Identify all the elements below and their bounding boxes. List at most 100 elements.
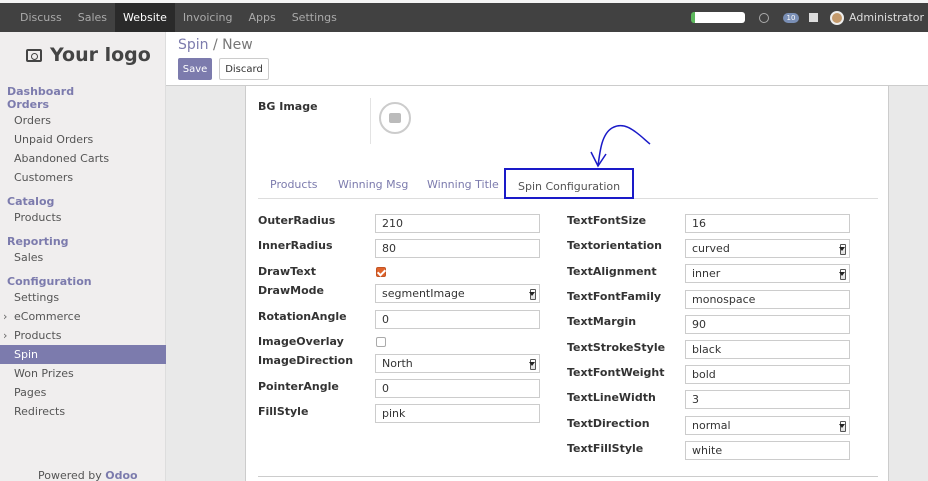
draw-mode-select[interactable]: segmentImage xyxy=(375,284,540,303)
text-orientation-value: curved xyxy=(692,242,730,255)
company-logo[interactable]: Your logo xyxy=(26,44,151,66)
sidebar-section-reporting: Reporting xyxy=(7,235,69,248)
text-direction-select[interactable]: normal xyxy=(685,416,850,435)
text-font-family-label: TextFontFamily xyxy=(567,290,662,303)
annotation-arrow-icon xyxy=(590,124,651,168)
rotation-angle-label: RotationAngle xyxy=(258,310,347,323)
image-divider xyxy=(370,98,371,144)
inner-radius-input[interactable]: 80 xyxy=(375,239,540,258)
sidebar-item-redirects[interactable]: Redirects xyxy=(0,402,166,421)
draw-text-checkbox[interactable] xyxy=(376,267,386,277)
tab-products[interactable]: Products xyxy=(270,178,318,191)
tab-winning-msg[interactable]: Winning Msg xyxy=(338,178,408,191)
camera-icon xyxy=(26,48,42,62)
sidebar-item-spin[interactable]: Spin xyxy=(0,345,166,364)
sidebar-item-pages[interactable]: Pages xyxy=(0,383,166,402)
text-alignment-label: TextAlignment xyxy=(567,265,657,278)
rotation-angle-input[interactable]: 0 xyxy=(375,310,540,329)
sidebar-item-settings[interactable]: Settings xyxy=(0,288,166,307)
menu-discuss[interactable]: Discuss xyxy=(12,3,70,32)
image-direction-select[interactable]: North xyxy=(375,354,540,373)
tab-spin-configuration[interactable]: Spin Configuration xyxy=(504,168,635,199)
sidebar-item-abandoned-carts[interactable]: Abandoned Carts xyxy=(0,149,166,168)
text-alignment-value: inner xyxy=(692,267,721,280)
gift-icon[interactable] xyxy=(809,13,818,22)
image-overlay-label: ImageOverlay xyxy=(258,335,344,348)
text-font-size-label: TextFontSize xyxy=(567,214,647,227)
draw-mode-label: DrawMode xyxy=(258,284,324,297)
sidebar-item-customers[interactable]: Customers xyxy=(0,168,166,187)
sidebar-item-won-prizes[interactable]: Won Prizes xyxy=(0,364,166,383)
notebook-tabs: Products Winning Msg Winning Title Spin … xyxy=(258,168,878,199)
menu-website[interactable]: Website xyxy=(115,3,175,32)
user-menu[interactable]: Administrator xyxy=(849,11,924,24)
website-toggle[interactable] xyxy=(691,12,745,23)
chevron-down-icon xyxy=(839,272,845,276)
sidebar-item-orders[interactable]: Orders xyxy=(0,111,166,130)
chat-icon[interactable]: 10 xyxy=(783,12,799,23)
sidebar-section-catalog: Catalog xyxy=(7,195,55,208)
fill-style-input[interactable]: pink xyxy=(375,404,540,423)
text-direction-value: normal xyxy=(692,419,731,432)
bg-image-label: BG Image xyxy=(258,100,318,113)
text-font-family-input[interactable]: monospace xyxy=(685,290,850,309)
pointer-angle-input[interactable]: 0 xyxy=(375,379,540,398)
menu-apps[interactable]: Apps xyxy=(240,3,283,32)
text-orientation-select[interactable]: curved xyxy=(685,239,850,258)
sidebar-menu: Dashboard Orders Orders Unpaid Orders Ab… xyxy=(0,85,166,421)
powered-brand-link[interactable]: Odoo xyxy=(105,469,137,481)
top-navbar: Discuss Sales Website Invoicing Apps Set… xyxy=(0,0,928,32)
image-overlay-checkbox[interactable] xyxy=(376,337,386,347)
image-direction-value: North xyxy=(382,357,413,370)
discard-button[interactable]: Discard xyxy=(219,58,269,80)
pointer-angle-label: PointerAngle xyxy=(258,380,339,393)
sidebar-section-dashboard[interactable]: Dashboard xyxy=(0,85,166,98)
image-direction-label: ImageDirection xyxy=(258,354,354,367)
text-margin-input[interactable]: 90 xyxy=(685,315,850,334)
breadcrumb-parent[interactable]: Spin xyxy=(178,37,209,53)
menu-sales[interactable]: Sales xyxy=(70,3,115,32)
outer-radius-input[interactable]: 210 xyxy=(375,214,540,233)
sidebar: Your logo Dashboard Orders Orders Unpaid… xyxy=(0,32,166,481)
save-button[interactable]: Save xyxy=(178,58,212,80)
top-menu: Discuss Sales Website Invoicing Apps Set… xyxy=(12,3,345,32)
avatar[interactable] xyxy=(830,10,844,25)
sidebar-section-orders: Orders xyxy=(7,98,50,111)
sidebar-item-products[interactable]: Products xyxy=(0,208,166,227)
outer-radius-label: OuterRadius xyxy=(258,214,336,227)
chevron-down-icon xyxy=(839,424,845,428)
sidebar-item-ecommerce[interactable]: eCommerce xyxy=(0,307,166,326)
text-font-size-input[interactable]: 16 xyxy=(685,214,850,233)
breadcrumb-current: New xyxy=(222,37,253,53)
clock-icon[interactable] xyxy=(759,12,769,23)
text-stroke-style-label: TextStrokeStyle xyxy=(567,341,666,354)
text-line-width-input[interactable]: 3 xyxy=(685,390,850,409)
menu-invoicing[interactable]: Invoicing xyxy=(175,3,241,32)
form-sheet: BG Image Products Winning Msg Winning Ti… xyxy=(245,86,889,481)
sidebar-item-config-products[interactable]: Products xyxy=(0,326,166,345)
chevron-down-icon xyxy=(839,247,845,251)
text-fill-style-input[interactable]: white xyxy=(685,441,850,460)
text-fill-style-label: TextFillStyle xyxy=(567,442,644,455)
text-margin-label: TextMargin xyxy=(567,315,637,328)
draw-text-label: DrawText xyxy=(258,265,316,278)
sidebar-item-sales[interactable]: Sales xyxy=(0,248,166,267)
sidebar-item-unpaid-orders[interactable]: Unpaid Orders xyxy=(0,130,166,149)
menu-settings[interactable]: Settings xyxy=(284,3,345,32)
image-placeholder-icon[interactable] xyxy=(379,102,411,134)
text-alignment-select[interactable]: inner xyxy=(685,264,850,283)
text-font-weight-input[interactable]: bold xyxy=(685,365,850,384)
chevron-down-icon xyxy=(529,292,535,296)
chevron-down-icon xyxy=(529,362,535,366)
text-line-width-label: TextLineWidth xyxy=(567,391,656,404)
text-font-weight-label: TextFontWeight xyxy=(567,366,665,379)
text-direction-label: TextDirection xyxy=(567,417,650,430)
systray: 10 Administrator xyxy=(691,3,924,32)
text-orientation-label: Textorientation xyxy=(567,239,662,252)
control-panel: Spin / New Save Discard xyxy=(166,32,928,86)
text-stroke-style-input[interactable]: black xyxy=(685,340,850,359)
logo-text: Your logo xyxy=(50,44,151,66)
fill-style-label: FillStyle xyxy=(258,405,309,418)
tab-winning-title[interactable]: Winning Title xyxy=(427,178,499,191)
inner-radius-label: InnerRadius xyxy=(258,239,333,252)
